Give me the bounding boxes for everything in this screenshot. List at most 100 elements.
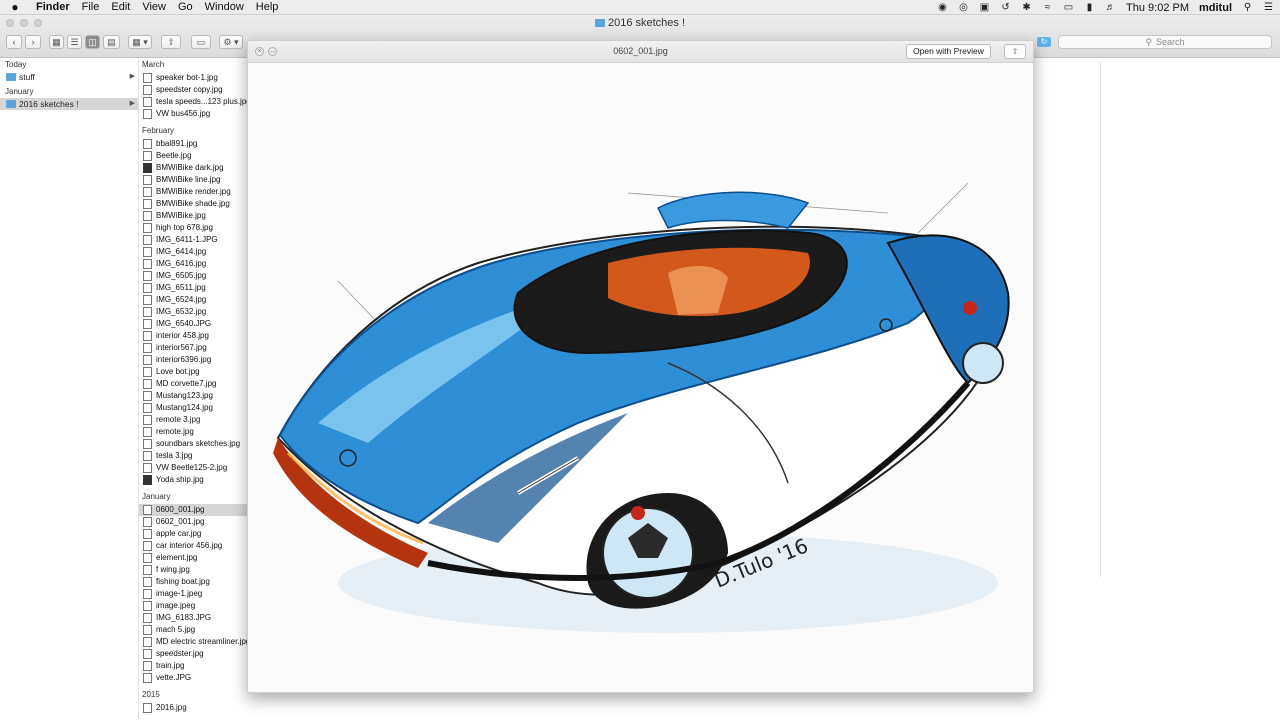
file-row[interactable]: interior567.jpg bbox=[139, 342, 247, 354]
folder-row-stuff[interactable]: stuff ▶ bbox=[0, 71, 138, 83]
file-row[interactable]: f wing.jpg bbox=[139, 564, 247, 576]
list-view-button[interactable]: ☰ bbox=[67, 35, 82, 49]
group-header-january: January bbox=[5, 87, 34, 96]
file-row[interactable]: mach 5.jpg bbox=[139, 624, 247, 636]
file-row[interactable]: 2016.jpg bbox=[139, 702, 247, 714]
file-row[interactable]: high top 678.jpg bbox=[139, 222, 247, 234]
back-button[interactable]: ‹ bbox=[6, 35, 22, 49]
file-row[interactable]: speedster copy.jpg bbox=[139, 84, 247, 96]
menu-edit[interactable]: Edit bbox=[105, 1, 136, 13]
open-with-preview-button[interactable]: Open with Preview bbox=[906, 44, 991, 59]
forward-button[interactable]: › bbox=[25, 35, 41, 49]
menu-window[interactable]: Window bbox=[199, 1, 250, 13]
tags-button[interactable]: ▭ bbox=[191, 35, 211, 49]
wifi-icon[interactable]: ≈ bbox=[1042, 2, 1053, 13]
file-row[interactable]: Mustang123.jpg bbox=[139, 390, 247, 402]
file-row[interactable]: VW Beetle125-2.jpg bbox=[139, 462, 247, 474]
group-header-february: February bbox=[142, 126, 175, 135]
file-row[interactable]: BMWiBike render.jpg bbox=[139, 186, 247, 198]
folder-icon bbox=[6, 100, 16, 108]
apple-menu-icon[interactable]: ● bbox=[0, 0, 30, 14]
file-row[interactable]: BMWiBike shade.jpg bbox=[139, 198, 247, 210]
time-machine-icon[interactable]: ↺ bbox=[1000, 2, 1011, 13]
file-row[interactable]: train.jpg bbox=[139, 660, 247, 672]
volume-icon[interactable]: ♬ bbox=[1105, 2, 1116, 13]
file-name: interior6396.jpg bbox=[156, 355, 212, 364]
share-icon[interactable]: ⇧ bbox=[1004, 44, 1026, 59]
file-name: speedster.jpg bbox=[156, 649, 204, 658]
file-row[interactable]: IMG_6416.jpg bbox=[139, 258, 247, 270]
file-row[interactable]: IMG_6511.jpg bbox=[139, 282, 247, 294]
file-row[interactable]: MD electric streamliner.jpg bbox=[139, 636, 247, 648]
airplay-icon[interactable]: ▭ bbox=[1063, 2, 1074, 13]
menu-finder[interactable]: Finder bbox=[30, 1, 76, 13]
file-row[interactable]: BMWiBike.jpg bbox=[139, 210, 247, 222]
file-row[interactable]: image-1.jpeg bbox=[139, 588, 247, 600]
file-row[interactable]: MD corvette7.jpg bbox=[139, 378, 247, 390]
file-row[interactable]: IMG_6532.jpg bbox=[139, 306, 247, 318]
file-row[interactable]: Mustang124.jpg bbox=[139, 402, 247, 414]
file-thumbnail-icon bbox=[143, 661, 152, 671]
menu-file[interactable]: File bbox=[76, 1, 106, 13]
file-row[interactable]: VW bus456.jpg bbox=[139, 108, 247, 120]
file-row[interactable]: IMG_6524.jpg bbox=[139, 294, 247, 306]
file-row[interactable]: car interior 456.jpg bbox=[139, 540, 247, 552]
file-row[interactable]: fishing boat.jpg bbox=[139, 576, 247, 588]
file-row[interactable]: vette.JPG bbox=[139, 672, 247, 684]
creative-cloud-icon[interactable]: ◎ bbox=[958, 2, 969, 13]
file-row[interactable]: IMG_6411-1.JPG bbox=[139, 234, 247, 246]
icon-view-button[interactable]: ▦ bbox=[49, 35, 64, 49]
search-input[interactable]: ⚲ Search bbox=[1058, 35, 1272, 49]
file-row[interactable]: BMWiBike line.jpg bbox=[139, 174, 247, 186]
file-thumbnail-icon bbox=[143, 379, 152, 389]
file-name: VW bus456.jpg bbox=[156, 109, 211, 118]
spotlight-icon[interactable]: ⚲ bbox=[1242, 2, 1253, 13]
folder-icon bbox=[6, 73, 16, 81]
file-row[interactable]: tesla speeds...123 plus.jpg bbox=[139, 96, 247, 108]
file-name: apple car.jpg bbox=[156, 529, 202, 538]
user-name[interactable]: mditul bbox=[1199, 2, 1232, 14]
file-row[interactable]: speedster.jpg bbox=[139, 648, 247, 660]
file-row[interactable]: IMG_6540.JPG bbox=[139, 318, 247, 330]
file-row[interactable]: remote.jpg bbox=[139, 426, 247, 438]
file-row[interactable]: tesla 3.jpg bbox=[139, 450, 247, 462]
file-row[interactable]: speaker bot-1.jpg bbox=[139, 72, 247, 84]
menu-view[interactable]: View bbox=[136, 1, 172, 13]
file-row[interactable]: IMG_6183.JPG bbox=[139, 612, 247, 624]
dropbox-icon[interactable]: ↻ bbox=[1037, 37, 1051, 47]
clock[interactable]: Thu 9:02 PM bbox=[1126, 2, 1189, 14]
cover-flow-button[interactable]: ▤ bbox=[103, 35, 120, 49]
file-row[interactable]: Yoda ship.jpg bbox=[139, 474, 247, 486]
file-row[interactable]: IMG_6505.jpg bbox=[139, 270, 247, 282]
file-row[interactable]: 0602_001.jpg bbox=[139, 516, 247, 528]
bluetooth-icon[interactable]: ✱ bbox=[1021, 2, 1032, 13]
folder-row-2016-sketches[interactable]: 2016 sketches ! ▶ bbox=[0, 98, 138, 110]
file-thumbnail-icon bbox=[143, 613, 152, 623]
menu-help[interactable]: Help bbox=[250, 1, 285, 13]
file-row[interactable]: remote 3.jpg bbox=[139, 414, 247, 426]
column-view-button[interactable]: ◫ bbox=[85, 35, 100, 49]
record-icon[interactable]: ◉ bbox=[937, 2, 948, 13]
battery-icon[interactable]: ▮ bbox=[1084, 2, 1095, 13]
file-row[interactable]: IMG_6414.jpg bbox=[139, 246, 247, 258]
file-row[interactable]: Beetle.jpg bbox=[139, 150, 247, 162]
file-row[interactable]: image.jpeg bbox=[139, 600, 247, 612]
action-gear-button[interactable]: ⚙ ▾ bbox=[219, 35, 243, 49]
file-row[interactable]: interior6396.jpg bbox=[139, 354, 247, 366]
file-row[interactable]: 0600_001.jpg bbox=[139, 504, 247, 516]
file-row[interactable]: bbal891.jpg bbox=[139, 138, 247, 150]
file-row[interactable]: interior 458.jpg bbox=[139, 330, 247, 342]
file-name: remote 3.jpg bbox=[156, 415, 201, 424]
file-row[interactable]: Love bot.jpg bbox=[139, 366, 247, 378]
file-thumbnail-icon bbox=[143, 601, 152, 611]
file-row[interactable]: BMWiBike dark.jpg bbox=[139, 162, 247, 174]
file-row[interactable]: apple car.jpg bbox=[139, 528, 247, 540]
file-row[interactable]: soundbars sketches.jpg bbox=[139, 438, 247, 450]
arrange-button[interactable]: ▦ ▾ bbox=[128, 35, 152, 49]
share-button[interactable]: ⇧ bbox=[161, 35, 181, 49]
file-row[interactable]: element.jpg bbox=[139, 552, 247, 564]
file-thumbnail-icon bbox=[143, 223, 152, 233]
notification-center-icon[interactable]: ☰ bbox=[1263, 2, 1274, 13]
menu-go[interactable]: Go bbox=[172, 1, 199, 13]
screen-icon[interactable]: ▣ bbox=[979, 2, 990, 13]
